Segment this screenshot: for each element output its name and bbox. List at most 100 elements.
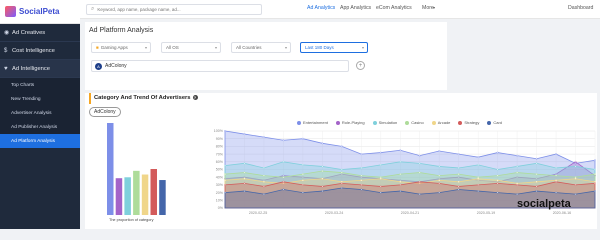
- data-point[interactable]: [360, 174, 363, 177]
- data-point[interactable]: [399, 190, 402, 192]
- data-point[interactable]: [516, 171, 519, 174]
- data-point[interactable]: [477, 184, 480, 186]
- sidebar-item-cost-intelligence[interactable]: $ Cost Intelligence: [0, 42, 80, 60]
- data-point[interactable]: [282, 180, 285, 183]
- data-point[interactable]: [555, 153, 557, 155]
- add-platform-button[interactable]: +: [356, 61, 365, 70]
- data-point[interactable]: [516, 193, 519, 196]
- data-point[interactable]: [594, 182, 596, 185]
- legend-item-simulation[interactable]: Simulation: [372, 120, 397, 125]
- bar-arcade[interactable]: [141, 174, 149, 215]
- data-point[interactable]: [457, 173, 460, 176]
- data-point[interactable]: [360, 167, 363, 169]
- data-point[interactable]: [340, 182, 343, 185]
- logo[interactable]: SocialPeta: [0, 0, 80, 24]
- data-point[interactable]: [399, 149, 402, 152]
- sidebar-item-ad-intelligence[interactable]: ♥ Ad Intelligence: [0, 60, 80, 78]
- data-point[interactable]: [263, 193, 265, 196]
- data-point[interactable]: [594, 159, 596, 162]
- data-point[interactable]: [340, 180, 343, 183]
- bar-strategy[interactable]: [150, 169, 158, 215]
- data-point[interactable]: [594, 190, 596, 192]
- data-point[interactable]: [224, 179, 226, 182]
- data-point[interactable]: [321, 142, 324, 145]
- data-point[interactable]: [224, 191, 226, 194]
- data-point[interactable]: [263, 174, 265, 177]
- data-point[interactable]: [418, 162, 421, 165]
- data-point[interactable]: [535, 173, 538, 176]
- data-point[interactable]: [594, 168, 596, 171]
- category-select[interactable]: ■ Gaming Apps ▾: [91, 42, 151, 53]
- data-point[interactable]: [438, 150, 441, 152]
- data-point[interactable]: [321, 177, 324, 180]
- data-point[interactable]: [360, 184, 363, 186]
- data-point[interactable]: [340, 171, 343, 174]
- data-point[interactable]: [574, 184, 577, 186]
- data-point[interactable]: [594, 180, 596, 183]
- data-point[interactable]: [418, 154, 421, 157]
- data-point[interactable]: [379, 177, 382, 180]
- bar-role-playing[interactable]: [115, 178, 123, 215]
- bar-simulation[interactable]: [124, 177, 131, 215]
- data-point[interactable]: [438, 191, 441, 194]
- data-point[interactable]: [438, 179, 441, 182]
- data-point[interactable]: [438, 182, 441, 185]
- legend-item-role-playing[interactable]: Role-Playing: [335, 120, 365, 125]
- data-point[interactable]: [282, 160, 285, 163]
- sidebar-item-advertiser-analysis[interactable]: Advertiser Analysis: [0, 106, 80, 120]
- data-point[interactable]: [282, 139, 285, 142]
- data-point[interactable]: [224, 164, 226, 167]
- data-point[interactable]: [555, 180, 557, 183]
- data-point[interactable]: [243, 162, 246, 165]
- data-point[interactable]: [360, 179, 363, 182]
- data-point[interactable]: [321, 165, 324, 168]
- data-point[interactable]: [496, 151, 499, 154]
- data-point[interactable]: [516, 184, 519, 186]
- legend-item-casino[interactable]: Casino: [405, 120, 424, 125]
- chevron-down-icon[interactable]: ▾: [433, 5, 435, 10]
- data-point[interactable]: [399, 160, 402, 163]
- data-point[interactable]: [243, 190, 246, 192]
- sidebar-item-ad-creatives[interactable]: ◉ Ad Creatives: [0, 24, 80, 42]
- nav-ad-analytics[interactable]: Ad Analytics: [307, 5, 335, 11]
- os-select[interactable]: All OS ▾: [161, 42, 221, 53]
- data-point[interactable]: [457, 180, 460, 183]
- data-point[interactable]: [457, 188, 460, 191]
- data-point[interactable]: [516, 165, 519, 168]
- data-point[interactable]: [594, 173, 596, 176]
- data-point[interactable]: [379, 176, 382, 179]
- data-point[interactable]: [555, 179, 557, 182]
- data-point[interactable]: [555, 191, 557, 194]
- data-point[interactable]: [340, 168, 343, 171]
- nav-ecom-analytics[interactable]: eCom Analytics: [376, 5, 412, 11]
- data-point[interactable]: [516, 182, 519, 185]
- data-point[interactable]: [477, 190, 480, 192]
- data-point[interactable]: [457, 185, 460, 188]
- data-point[interactable]: [263, 136, 265, 139]
- data-point[interactable]: [535, 180, 538, 183]
- data-point[interactable]: [301, 137, 304, 140]
- sidebar-item-ad-platform-analysis[interactable]: Ad Platform Analysis: [0, 134, 80, 148]
- sidebar-item-top-charts[interactable]: Top Charts: [0, 78, 80, 92]
- data-point[interactable]: [243, 171, 246, 174]
- data-point[interactable]: [399, 180, 402, 183]
- data-point[interactable]: [555, 167, 557, 169]
- data-point[interactable]: [574, 177, 577, 180]
- data-point[interactable]: [282, 176, 285, 179]
- period-select[interactable]: Last 180 Days ▾: [300, 42, 368, 53]
- legend-item-card[interactable]: Card: [487, 120, 502, 125]
- data-point[interactable]: [457, 167, 460, 169]
- search-box[interactable]: ⌕: [86, 4, 262, 15]
- data-point[interactable]: [282, 188, 285, 191]
- data-point[interactable]: [535, 185, 538, 188]
- data-point[interactable]: [418, 171, 421, 174]
- data-point[interactable]: [379, 163, 382, 166]
- data-point[interactable]: [496, 174, 499, 177]
- data-point[interactable]: [224, 173, 226, 176]
- bar-entertainment[interactable]: [107, 123, 114, 215]
- data-point[interactable]: [535, 157, 538, 160]
- data-point[interactable]: [321, 170, 324, 172]
- data-point[interactable]: [477, 176, 480, 179]
- data-point[interactable]: [574, 165, 577, 168]
- data-point[interactable]: [379, 191, 382, 194]
